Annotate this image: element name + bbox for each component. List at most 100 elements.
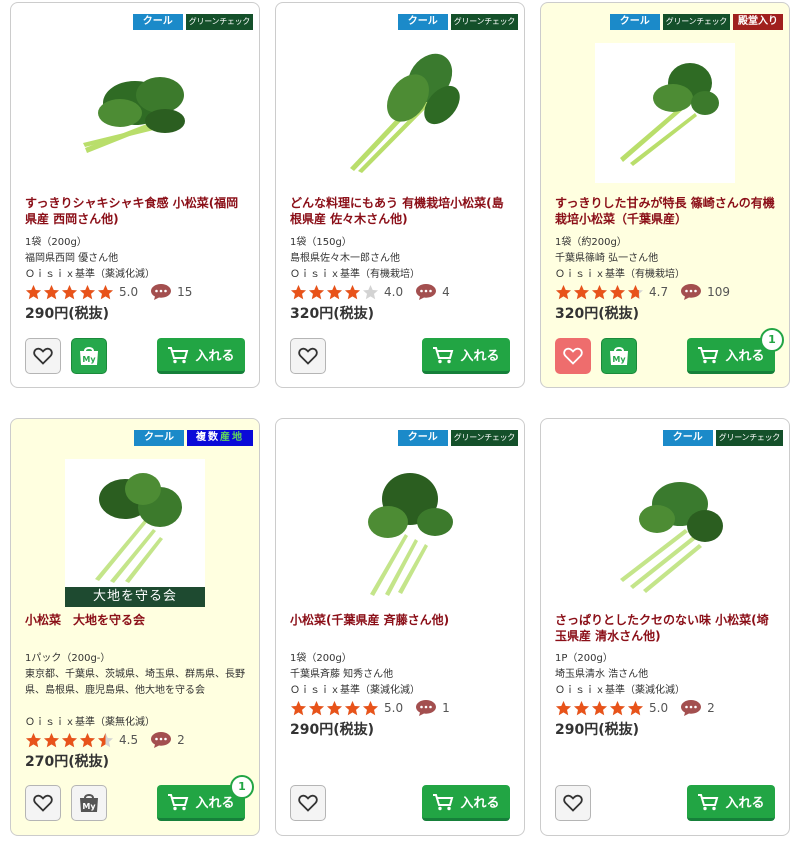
product-size: 1袋（200g） <box>25 237 87 248</box>
rating[interactable]: 4.5 2 <box>25 731 185 749</box>
product-image[interactable] <box>595 464 735 604</box>
my-list-button[interactable]: My <box>71 338 107 374</box>
photo-tag: 大地を守る会 <box>65 587 205 607</box>
product-image[interactable] <box>330 43 470 183</box>
review-count[interactable]: 2 <box>177 733 185 747</box>
heart-icon <box>298 794 318 812</box>
star-full-icon <box>556 284 571 299</box>
rating[interactable]: 5.0 2 <box>555 699 715 717</box>
badge-group: クール グリーンチェック 殿堂入り <box>609 14 783 30</box>
product-title[interactable]: 小松菜(千葉県産 斉藤さん他) <box>290 612 512 628</box>
favorite-button[interactable] <box>25 338 61 374</box>
heart-icon <box>563 347 583 365</box>
star-full-icon <box>610 284 625 299</box>
product-card[interactable]: クール 複数産地 大地を守る会 小松菜 大地を守る会 1パック（200g-） 東… <box>10 418 260 836</box>
favorite-button[interactable] <box>555 785 591 821</box>
product-standard: Ｏｉｓｉｘ基準（薬減化減） <box>555 685 685 696</box>
rating[interactable]: 4.7 109 <box>555 283 730 301</box>
review-bubble-icon <box>151 732 172 748</box>
product-producer: 千葉県篠崎 弘一さん他 <box>555 253 659 264</box>
cart-label: 入れる <box>460 796 500 811</box>
cart-label: 入れる <box>195 796 235 811</box>
product-image[interactable] <box>595 43 735 183</box>
product-image[interactable] <box>65 43 205 183</box>
my-label: My <box>82 355 96 364</box>
star-rating <box>555 700 645 717</box>
add-to-cart-button[interactable]: 入れる <box>157 338 245 374</box>
star-full-icon <box>44 732 59 747</box>
star-full-icon <box>98 284 113 299</box>
star-full-icon <box>80 732 95 747</box>
heart-icon <box>563 794 583 812</box>
cart-icon <box>168 346 189 363</box>
multi-origin-label-a: 複数 <box>196 432 220 443</box>
product-photo <box>95 473 182 583</box>
product-standard: Ｏｉｓｉｘ基準（薬無化減） <box>25 717 155 728</box>
product-standard: Ｏｉｓｉｘ基準（有機栽培） <box>555 269 685 280</box>
product-producer: 埼玉県清水 浩さん他 <box>555 669 649 680</box>
product-title[interactable]: すっきりした甘みが特長 篠崎さんの有機栽培小松菜（千葉県産） <box>555 195 777 227</box>
review-count[interactable]: 1 <box>442 701 450 715</box>
product-price: 320円(税抜) <box>290 306 375 322</box>
rating[interactable]: 5.0 15 <box>25 283 192 301</box>
product-title[interactable]: どんな料理にもあう 有機栽培小松菜(島根県産 佐々木さん他) <box>290 195 512 227</box>
cart-icon <box>433 793 454 810</box>
star-rating <box>290 284 380 301</box>
product-price: 290円(税抜) <box>555 722 640 738</box>
favorite-button[interactable] <box>290 338 326 374</box>
product-title[interactable]: さっぱりとしたクセのない味 小松菜(埼玉県産 清水さん他) <box>555 612 777 644</box>
rating[interactable]: 4.0 4 <box>290 283 450 301</box>
product-title[interactable]: すっきりシャキシャキ食感 小松菜(福岡県産 西岡さん他) <box>25 195 247 227</box>
product-price: 270円(税抜) <box>25 754 110 770</box>
rating-score: 5.0 <box>649 701 669 715</box>
star-full-icon <box>345 284 360 299</box>
add-to-cart-button[interactable]: 入れる <box>687 785 775 821</box>
cart-label: 入れる <box>725 349 765 364</box>
review-count[interactable]: 2 <box>707 701 715 715</box>
favorite-button[interactable] <box>555 338 591 374</box>
product-card[interactable]: クール グリーンチェック さっぱりとしたクセのない味 小松菜(埼玉県産 清水さん… <box>540 418 790 836</box>
review-count[interactable]: 15 <box>177 285 192 299</box>
cool-badge: クール <box>397 430 448 446</box>
product-producer: 福岡県西岡 優さん他 <box>25 253 119 264</box>
product-producer: 島根県佐々木一郎さん他 <box>290 253 400 264</box>
product-card[interactable]: クール グリーンチェック すっきりシャキシャキ食感 小松菜(福岡県産 西岡さん他… <box>10 2 260 388</box>
favorite-button[interactable] <box>25 785 61 821</box>
green-check-badge: グリーンチェック <box>450 14 518 30</box>
star-full-icon <box>556 700 571 715</box>
product-card[interactable]: クール グリーンチェック どんな料理にもあう 有機栽培小松菜(島根県産 佐々木さ… <box>275 2 525 388</box>
review-bubble-icon <box>681 700 702 716</box>
product-card[interactable]: クール グリーンチェック 殿堂入り すっきりした甘みが特長 篠崎さんの有機栽培小… <box>540 2 790 388</box>
add-to-cart-button[interactable]: 入れる <box>422 338 510 374</box>
star-half-icon <box>98 732 113 747</box>
star-rating <box>25 732 115 749</box>
heart-icon <box>33 794 53 812</box>
rating[interactable]: 5.0 1 <box>290 699 450 717</box>
review-count[interactable]: 4 <box>442 285 450 299</box>
cool-badge: クール <box>609 14 660 30</box>
my-list-button[interactable]: My <box>601 338 637 374</box>
hall-of-fame-badge: 殿堂入り <box>733 14 783 30</box>
rating-score: 5.0 <box>119 285 139 299</box>
my-list-button[interactable]: My <box>71 785 107 821</box>
add-to-cart-button[interactable]: 入れる <box>422 785 510 821</box>
product-size: 1P（200g） <box>555 653 613 664</box>
green-check-badge: グリーンチェック <box>450 430 518 446</box>
product-title[interactable]: 小松菜 大地を守る会 <box>25 612 247 628</box>
green-check-badge: グリーンチェック <box>715 430 783 446</box>
star-full-icon <box>291 700 306 715</box>
my-basket-icon: My <box>80 794 98 812</box>
green-check-badge: グリーンチェック <box>662 14 730 30</box>
product-card[interactable]: クール グリーンチェック 小松菜(千葉県産 斉藤さん他) 1袋（200g） 千葉… <box>275 418 525 836</box>
product-size: 1パック（200g-） <box>25 653 111 664</box>
badge-group: クール グリーンチェック <box>397 14 518 30</box>
favorite-button[interactable] <box>290 785 326 821</box>
review-count[interactable]: 109 <box>707 285 730 299</box>
review-bubble-icon <box>416 284 437 300</box>
star-full-icon <box>574 700 589 715</box>
review-bubble-icon <box>151 284 172 300</box>
cool-badge: クール <box>134 430 184 446</box>
product-image[interactable]: 大地を守る会 <box>65 459 205 607</box>
product-image[interactable] <box>330 464 470 604</box>
my-basket-icon: My <box>610 347 628 365</box>
